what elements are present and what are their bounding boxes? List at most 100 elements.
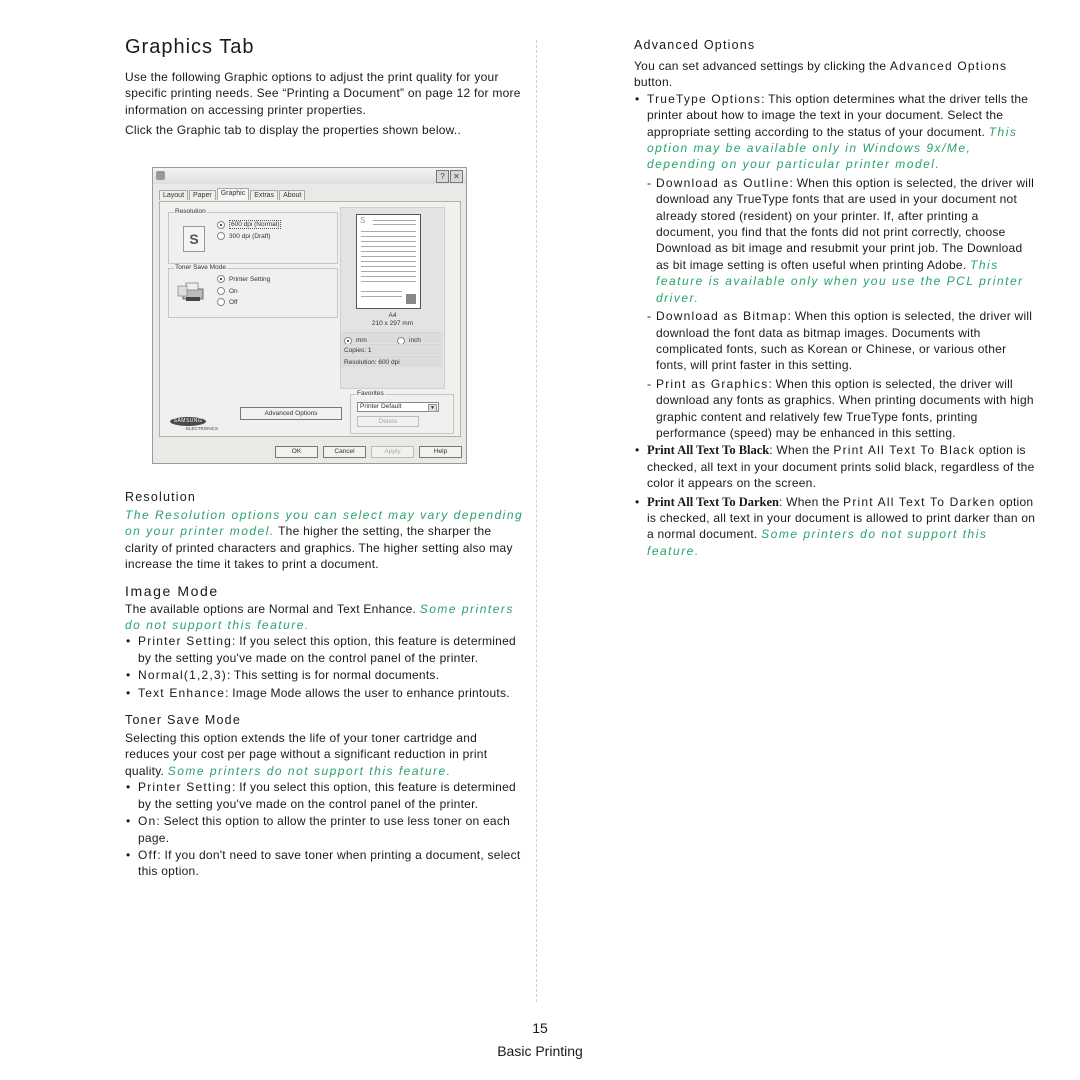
list-item: • Printer Setting: If you select this opt… <box>125 633 525 666</box>
radio-indicator <box>217 298 225 306</box>
list-item: • Text Enhance: Image Mode allows the use… <box>125 685 525 701</box>
list-item-print-black: • Print All Text To Black: When the Print… <box>634 442 1036 491</box>
paper-preview-page: S <box>356 214 421 309</box>
option-desc-term: Print All Text To Black <box>833 443 976 458</box>
option-desc: : This setting is for normal documents. <box>226 668 440 683</box>
bullet-icon: • <box>126 668 131 683</box>
advanced-intro-b: button. <box>634 75 673 90</box>
cancel-button[interactable]: Cancel <box>323 446 366 458</box>
radio-600dpi[interactable]: 600 dpi (Normal) <box>217 220 282 229</box>
intro-paragraph: Use the following Graphic options to adj… <box>125 70 521 117</box>
apply-button[interactable]: Apply <box>371 446 414 458</box>
resolution-readout: Resolution: 600 dpi <box>341 356 442 367</box>
sub-item: - Download as Outline: When this option i… <box>634 175 1036 306</box>
option-term: Print All Text To Black <box>647 443 770 458</box>
favorites-group-label: Favorites <box>356 390 385 397</box>
right-column: Advanced Options You can set advanced se… <box>634 38 1036 560</box>
paper-size-label: A4 <box>388 312 397 319</box>
advanced-intro-a: You can set advanced settings by clickin… <box>634 59 890 73</box>
radio-indicator <box>217 287 225 295</box>
left-column: Graphics Tab Use the following Graphic o… <box>125 36 525 143</box>
samsung-logo-subtitle: ELECTRONICS <box>186 426 219 431</box>
resolution-group-label: Resolution <box>174 208 207 215</box>
list-item: • Printer Setting: If you select this opt… <box>125 779 525 812</box>
option-term: On <box>138 814 157 829</box>
bullet-icon: • <box>635 91 640 106</box>
printer-app-icon <box>156 171 165 180</box>
radio-selected-indicator <box>217 220 225 229</box>
instruction-paragraph: Click the Graphic tab to display the pro… <box>125 123 462 138</box>
image-mode-heading: Image Mode <box>125 582 219 599</box>
list-item: • Off: If you don't need to save toner wh… <box>125 847 525 880</box>
preview-image-block <box>406 294 416 304</box>
favorites-dropdown[interactable]: Printer Default ▼ <box>357 402 439 412</box>
tab-graphic[interactable]: Graphic <box>216 188 250 200</box>
preview-line <box>361 251 416 252</box>
dash-icon: - <box>647 376 652 391</box>
dash-icon: - <box>647 175 652 190</box>
paper-preview-letter: S <box>360 216 366 225</box>
preview-line <box>361 296 402 297</box>
option-term: Print All Text To Darken <box>647 494 779 509</box>
radio-toner-on-label: On <box>229 287 238 295</box>
advanced-intro-term: Advanced Options <box>889 59 1008 73</box>
radio-600dpi-label: 600 dpi (Normal) <box>229 220 282 229</box>
close-icon[interactable]: ✕ <box>450 170 463 183</box>
radio-300dpi[interactable]: 300 dpi (Draft) <box>217 232 271 240</box>
radio-toner-off-label: Off <box>229 298 238 306</box>
graphic-tab-panel: Resolution S 600 dpi (Normal) 300 dpi (D… <box>159 201 461 437</box>
radio-300dpi-label: 300 dpi (Draft) <box>229 232 271 240</box>
toner-save-note: Some printers do not support this featur… <box>167 763 452 778</box>
bullet-icon: • <box>635 494 640 509</box>
advanced-options-list: • TrueType Options: This option determine… <box>634 91 1036 559</box>
advanced-intro: You can set advanced settings by clickin… <box>634 58 1036 91</box>
tab-about[interactable]: About <box>279 190 306 200</box>
preview-line <box>361 231 416 232</box>
preview-line <box>361 256 416 257</box>
option-term: Printer Setting <box>138 634 233 649</box>
list-item: • On: Select this option to allow the pri… <box>125 813 525 846</box>
radio-toner-off[interactable]: Off <box>217 298 238 306</box>
tab-layout[interactable]: Layout <box>159 190 189 200</box>
help-button[interactable]: Help <box>419 446 462 458</box>
advanced-options-button[interactable]: Advanced Options <box>240 407 342 420</box>
sub-item: - Print as Graphics: When this option is … <box>634 376 1036 442</box>
resolution-group: Resolution S 600 dpi (Normal) 300 dpi (D… <box>168 208 338 264</box>
page-number: 15 <box>532 1020 548 1036</box>
column-divider <box>536 40 537 1002</box>
delete-favorite-button[interactable]: Delete <box>357 416 419 427</box>
printer-properties-dialog: ? ✕ Layout Paper Graphic Extras About Re… <box>152 167 467 464</box>
unit-selector-row: mm inch <box>341 332 442 345</box>
toner-save-options-list: • Printer Setting: If you select this opt… <box>125 779 525 879</box>
image-mode-paragraph: The available options are Normal and Tex… <box>125 601 525 634</box>
sub-item-term: Download as Bitmap <box>656 309 788 324</box>
bullet-icon: • <box>126 634 131 649</box>
preview-line <box>361 271 416 272</box>
paper-preview: S A4 210 x 297 mm mm inch Copies: 1 Reso… <box>340 207 445 389</box>
tab-paper[interactable]: Paper <box>189 190 216 200</box>
advanced-options-heading: Advanced Options <box>634 38 756 52</box>
bullet-icon: • <box>635 443 640 458</box>
resolution-heading: Resolution <box>125 490 197 504</box>
radio-toner-printer-setting[interactable]: Printer Setting <box>217 275 270 283</box>
radio-toner-on[interactable]: On <box>217 287 238 295</box>
chevron-down-icon: ▼ <box>428 404 437 412</box>
list-item-print-darken: • Print All Text To Darken: When the Prin… <box>634 494 1036 560</box>
image-mode-options-list: • Printer Setting: If you select this opt… <box>125 633 525 701</box>
toner-save-group: Toner Save Mode Printer Setting On Off <box>168 264 338 318</box>
bullet-icon: • <box>126 780 131 795</box>
resolution-paragraph: The Resolution options you can select ma… <box>125 507 525 573</box>
help-icon[interactable]: ? <box>436 170 449 183</box>
ok-button[interactable]: OK <box>275 446 318 458</box>
option-term: Text Enhance <box>138 685 226 700</box>
tab-extras[interactable]: Extras <box>250 190 279 200</box>
toner-save-paragraph: Selecting this option extends the life o… <box>125 730 525 779</box>
list-item-truetype: • TrueType Options: This option determine… <box>634 91 1036 173</box>
preview-line <box>361 236 416 237</box>
option-desc: : When the <box>778 494 844 509</box>
radio-selected-indicator <box>217 275 225 283</box>
option-term: Normal(1,2,3) <box>138 668 227 683</box>
option-desc: : Image Mode allows the user to enhance … <box>225 685 510 700</box>
option-desc: : When the <box>769 443 834 458</box>
page-title: Graphics Tab <box>125 36 255 58</box>
